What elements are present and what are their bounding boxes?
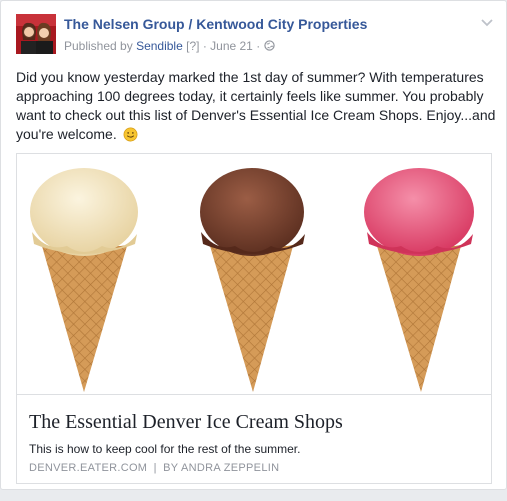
facebook-post: The Nelsen Group / Kentwood City Propert… <box>0 0 507 490</box>
smile-emoji <box>123 127 138 142</box>
link-title[interactable]: The Essential Denver Ice Cream Shops <box>29 411 343 434</box>
chevron-down-icon[interactable] <box>480 18 494 28</box>
vanilla-ice-cream-cone <box>30 168 138 392</box>
publisher-link[interactable]: Sendible <box>136 39 183 53</box>
link-preview-image[interactable] <box>17 154 491 394</box>
link-byline: BY ANDRA ZEPPELIN <box>163 462 280 474</box>
help-marker[interactable]: [?] <box>186 39 199 53</box>
globe-icon <box>263 40 275 51</box>
page-avatar[interactable] <box>16 14 56 54</box>
post-date[interactable]: June 21 <box>210 39 253 53</box>
link-source: DENVER.EATER.COM | BY ANDRA ZEPPELIN <box>29 462 279 474</box>
strawberry-ice-cream-cone <box>364 168 474 392</box>
published-by-label: Published by <box>64 39 133 53</box>
link-description: This is how to keep cool for the rest of… <box>29 442 301 456</box>
post-text-content: Did you know yesterday marked the 1st da… <box>16 69 496 142</box>
post-text: Did you know yesterday marked the 1st da… <box>16 68 496 144</box>
link-domain: DENVER.EATER.COM <box>29 462 148 474</box>
byline-separator: | <box>153 462 157 474</box>
link-preview-card[interactable]: The Essential Denver Ice Cream Shops Thi… <box>16 153 492 484</box>
page-name-link[interactable]: The Nelsen Group / Kentwood City Propert… <box>64 16 367 32</box>
chocolate-ice-cream-cone <box>200 168 305 392</box>
card-divider <box>17 394 491 395</box>
meta-separator: · <box>202 39 207 53</box>
post-meta: Published by Sendible [?] · June 21 · <box>64 39 275 53</box>
meta-separator: · <box>256 39 261 53</box>
